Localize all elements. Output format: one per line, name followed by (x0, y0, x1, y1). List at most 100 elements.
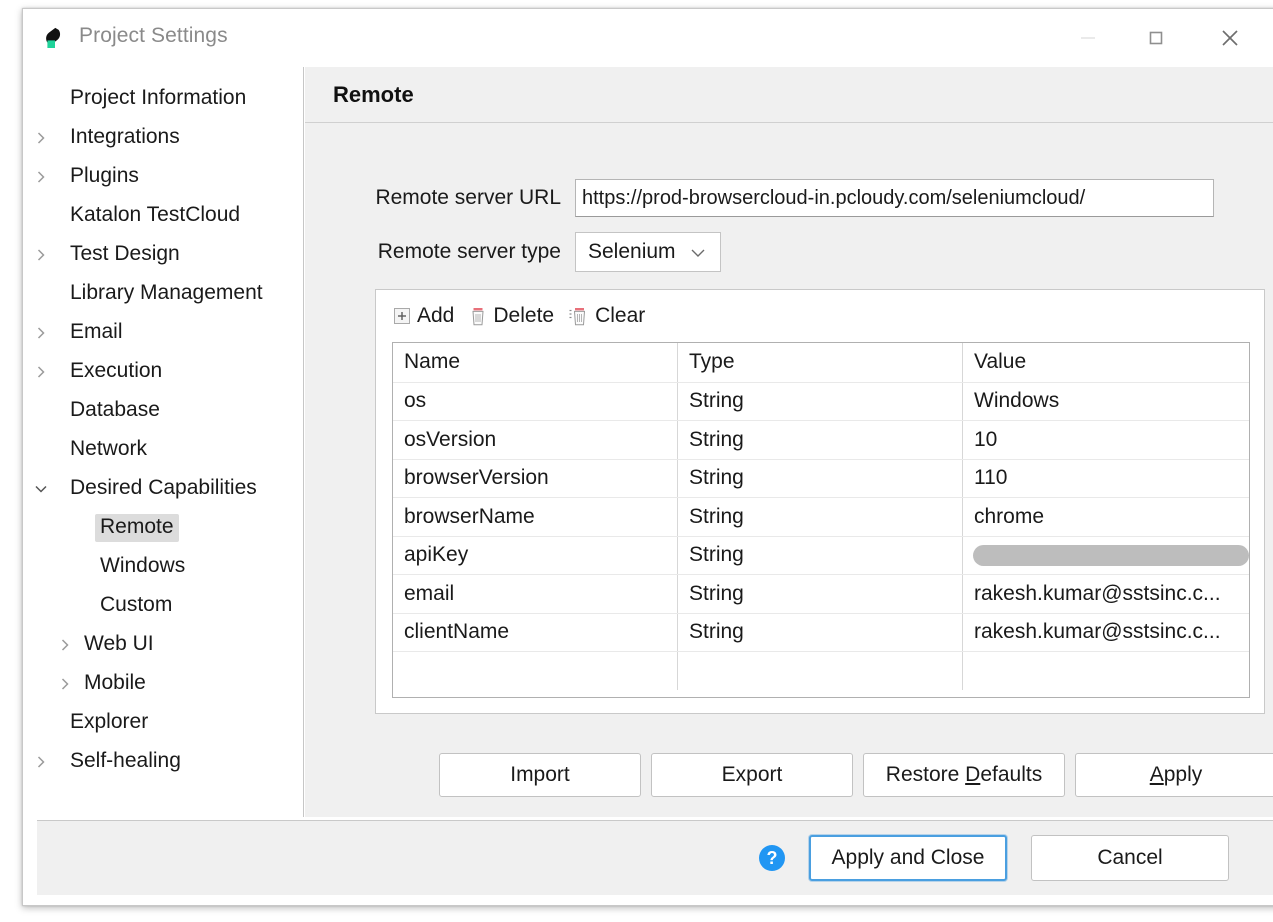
remote-server-type-value: Selenium (588, 240, 676, 264)
table-row[interactable]: browserNameStringchrome (393, 497, 1249, 536)
sidebar-item-label: Self-healing (65, 748, 186, 776)
sidebar-item-project-information[interactable]: Project Information (23, 79, 303, 118)
table-row[interactable]: osStringWindows (393, 382, 1249, 421)
cell-value[interactable]: 110 (963, 460, 1249, 498)
sidebar-item-label: Mobile (79, 670, 151, 698)
cell-name[interactable]: browserVersion (393, 460, 678, 498)
sidebar-item-label: Windows (95, 553, 190, 581)
cell-name[interactable]: browserName (393, 498, 678, 536)
sidebar-item-label: Plugins (65, 163, 144, 191)
sidebar-item-label: Test Design (65, 241, 185, 269)
dialog-content: Project Information Integrations Plugins Ka… (23, 67, 1273, 819)
table-row[interactable]: osVersionString10 (393, 420, 1249, 459)
page-title: Remote (333, 82, 414, 108)
sidebar-item-custom[interactable]: Custom (23, 586, 303, 625)
cell-value[interactable] (963, 652, 1249, 690)
dialog-footer: ? Apply and Close Cancel (23, 817, 1273, 905)
remote-server-type-select[interactable]: Selenium (575, 232, 721, 272)
panel-action-buttons: ImportExportRestore DefaultsApply (305, 753, 1273, 797)
sidebar-item-execution[interactable]: Execution (23, 352, 303, 391)
cell-type[interactable]: String (678, 498, 963, 536)
close-icon[interactable] (1199, 9, 1261, 67)
cell-type[interactable]: String (678, 383, 963, 421)
sidebar-item-library-management[interactable]: Library Management (23, 274, 303, 313)
remote-server-type-row: Remote server type Selenium (305, 232, 721, 272)
table-row[interactable] (393, 651, 1249, 690)
sidebar-item-email[interactable]: Email (23, 313, 303, 352)
cell-value[interactable]: chrome (963, 498, 1249, 536)
cell-value[interactable]: rakesh.kumar@sstsinc.c... (963, 614, 1249, 652)
apply-and-close-button[interactable]: Apply and Close (809, 835, 1007, 881)
add-button-label: Add (417, 304, 454, 328)
sidebar-item-mobile[interactable]: Mobile (23, 664, 303, 703)
cell-name[interactable]: osVersion (393, 421, 678, 459)
apply-button[interactable]: Apply (1075, 753, 1273, 797)
cell-type[interactable]: String (678, 537, 963, 575)
column-header[interactable]: Name (393, 343, 678, 382)
sidebar-item-remote[interactable]: Remote (23, 508, 303, 547)
capabilities-table[interactable]: NameTypeValueosStringWindowsosVersionStr… (392, 342, 1250, 698)
column-header[interactable]: Value (963, 343, 1249, 382)
cell-name[interactable]: apiKey (393, 537, 678, 575)
sidebar-item-web-ui[interactable]: Web UI (23, 625, 303, 664)
sidebar-item-label: Email (65, 319, 128, 347)
table-row[interactable]: apiKeyString (393, 536, 1249, 575)
sidebar-item-database[interactable]: Database (23, 391, 303, 430)
chevron-right-icon[interactable] (31, 755, 51, 769)
settings-navigation-tree[interactable]: Project Information Integrations Plugins Ka… (23, 67, 304, 819)
window-title: Project Settings (79, 24, 228, 48)
cell-value[interactable]: Windows (963, 383, 1249, 421)
sidebar-item-label: Project Information (65, 85, 251, 113)
cell-type[interactable]: String (678, 614, 963, 652)
export-button[interactable]: Export (651, 753, 853, 797)
sidebar-item-windows[interactable]: Windows (23, 547, 303, 586)
help-icon[interactable]: ? (759, 845, 785, 871)
cell-value[interactable]: 10 (963, 421, 1249, 459)
maximize-icon[interactable] (1125, 9, 1187, 67)
chevron-right-icon[interactable] (31, 170, 51, 184)
chevron-right-icon[interactable] (55, 677, 75, 691)
chevron-down-icon[interactable] (31, 482, 51, 496)
katalon-logo-icon (39, 25, 67, 53)
sidebar-item-self-healing[interactable]: Self-healing (23, 742, 303, 781)
import-button[interactable]: Import (439, 753, 641, 797)
sidebar-item-network[interactable]: Network (23, 430, 303, 469)
cell-type[interactable]: String (678, 575, 963, 613)
cell-type[interactable]: String (678, 421, 963, 459)
cell-type[interactable]: String (678, 460, 963, 498)
minimize-icon[interactable] (1057, 9, 1119, 67)
cell-value[interactable] (963, 537, 1249, 575)
table-row[interactable]: emailStringrakesh.kumar@sstsinc.c... (393, 574, 1249, 613)
chevron-right-icon[interactable] (31, 326, 51, 340)
table-row[interactable]: browserVersionString110 (393, 459, 1249, 498)
clear-button-label: Clear (595, 304, 645, 328)
cell-name[interactable]: clientName (393, 614, 678, 652)
sidebar-item-plugins[interactable]: Plugins (23, 157, 303, 196)
redacted-value-mask (973, 545, 1249, 566)
sidebar-item-integrations[interactable]: Integrations (23, 118, 303, 157)
cell-type[interactable] (678, 652, 963, 690)
sidebar-item-desired-capabilities[interactable]: Desired Capabilities (23, 469, 303, 508)
sidebar-item-katalon-testcloud[interactable]: Katalon TestCloud (23, 196, 303, 235)
remote-server-url-input[interactable]: https://prod-browsercloud-in.pcloudy.com… (575, 179, 1214, 217)
chevron-right-icon[interactable] (31, 365, 51, 379)
clear-button[interactable]: Clear (568, 304, 645, 328)
delete-button[interactable]: Delete (468, 304, 554, 328)
chevron-right-icon[interactable] (55, 638, 75, 652)
cancel-button[interactable]: Cancel (1031, 835, 1229, 881)
capabilities-toolbar: Add Delete (376, 290, 1264, 342)
add-button[interactable]: Add (392, 304, 454, 328)
cell-value[interactable]: rakesh.kumar@sstsinc.c... (963, 575, 1249, 613)
cell-name[interactable]: email (393, 575, 678, 613)
chevron-right-icon[interactable] (31, 131, 51, 145)
column-header[interactable]: Type (678, 343, 963, 382)
restore-defaults-button[interactable]: Restore Defaults (863, 753, 1065, 797)
remote-server-type-label: Remote server type (305, 240, 575, 264)
table-row[interactable]: clientNameStringrakesh.kumar@sstsinc.c..… (393, 613, 1249, 652)
sidebar-item-test-design[interactable]: Test Design (23, 235, 303, 274)
cell-name[interactable]: os (393, 383, 678, 421)
sidebar-item-explorer[interactable]: Explorer (23, 703, 303, 742)
cell-name[interactable] (393, 652, 678, 690)
chevron-right-icon[interactable] (31, 248, 51, 262)
sidebar-item-label: Web UI (79, 631, 159, 659)
